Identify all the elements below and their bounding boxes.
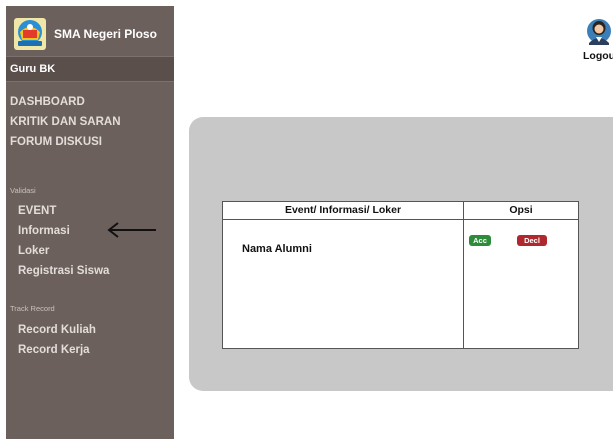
column-header-opsi: Opsi — [464, 202, 578, 220]
column-divider — [463, 202, 464, 348]
nav-forum-diskusi[interactable]: FORUM DISKUSI — [6, 132, 174, 152]
track-record-nav: Record Kuliah Record Kerja — [6, 320, 174, 360]
logout-button[interactable]: Logout — [583, 18, 613, 68]
accept-button[interactable]: Acc — [469, 235, 491, 246]
table-cell-name: Nama Alumni — [242, 243, 312, 255]
arrow-left-icon — [106, 222, 156, 238]
validasi-nav: EVENT Informasi Loker Registrasi Siswa — [6, 201, 174, 281]
main-nav: DASHBOARD KRITIK DAN SARAN FORUM DISKUSI — [6, 92, 174, 152]
section-label-track-record: Track Record — [10, 304, 55, 313]
user-role: Guru BK — [6, 56, 174, 82]
nav-loker[interactable]: Loker — [6, 241, 174, 261]
decline-button[interactable]: Decl — [517, 235, 547, 246]
logout-label: Logout — [583, 50, 613, 62]
column-header-item: Event/ Informasi/ Loker — [223, 202, 463, 220]
nav-record-kerja[interactable]: Record Kerja — [6, 340, 174, 360]
nav-kritik-dan-saran[interactable]: KRITIK DAN SARAN — [6, 112, 174, 132]
school-logo-icon — [14, 18, 46, 50]
nav-dashboard[interactable]: DASHBOARD — [6, 92, 174, 112]
nav-registrasi-siswa[interactable]: Registrasi Siswa — [6, 261, 174, 281]
nav-record-kuliah[interactable]: Record Kuliah — [6, 320, 174, 340]
nav-event[interactable]: EVENT — [6, 201, 174, 221]
section-label-validasi: Validasi — [10, 186, 36, 195]
validation-table: Event/ Informasi/ Loker Opsi Nama Alumni… — [222, 201, 579, 349]
brand[interactable]: SMA Negeri Ploso — [14, 18, 157, 50]
brand-name: SMA Negeri Ploso — [54, 27, 157, 41]
user-avatar-icon — [586, 18, 612, 48]
